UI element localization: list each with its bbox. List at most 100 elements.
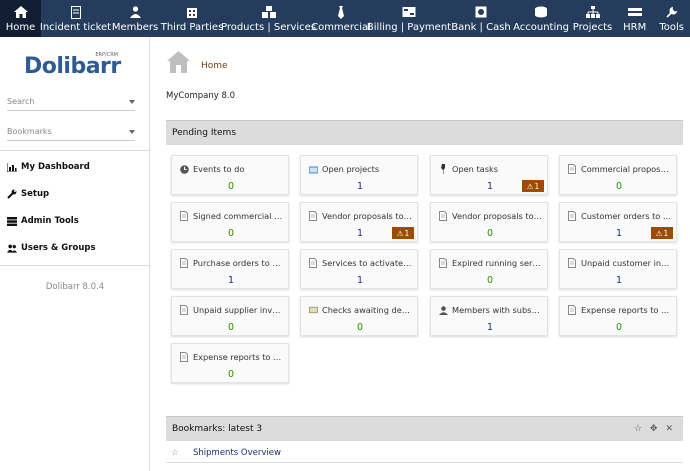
topnav-hrm[interactable]: HRM	[616, 0, 653, 37]
topnav-products-services[interactable]: Products | Services	[221, 0, 316, 37]
pending-item-label: Commercial proposals ...	[581, 164, 672, 174]
topnav-label: Commercial	[311, 22, 371, 33]
pending-item-title: Purchase orders to pro...	[180, 258, 284, 268]
sidebar-item-setup[interactable]: Setup	[7, 186, 49, 202]
pending-item-label: Members with subscrip...	[452, 305, 543, 315]
pending-item-label: Unpaid customer invoi...	[581, 258, 672, 268]
pending-item-count[interactable]: 1	[560, 275, 678, 286]
warning-icon: ⚠	[526, 181, 534, 191]
pending-item-label: Vendor proposals to pr...	[452, 211, 543, 221]
pending-item-box[interactable]: Customer orders to pro... 1⚠1	[559, 202, 677, 242]
pending-item-count[interactable]: 0	[172, 369, 290, 380]
pending-item-count[interactable]: 1	[301, 181, 419, 192]
pending-item-box[interactable]: Signed commercial pro... 0	[171, 202, 289, 242]
pending-item-box[interactable]: Vendor proposals to pr... 0	[430, 202, 548, 242]
hrm-icon	[627, 5, 642, 19]
breadcrumb: Home	[166, 50, 228, 77]
topnav-incident-ticket[interactable]: Incident ticket	[39, 0, 112, 37]
topnav-third-parties[interactable]: Third Parties	[160, 0, 224, 37]
cheque-icon	[309, 305, 318, 315]
pending-item-box[interactable]: Services to activate am... 1	[300, 249, 418, 289]
pending-item-count[interactable]: 0	[560, 181, 678, 192]
topnav-accounting[interactable]: Accounting	[513, 0, 569, 37]
pending-item-count[interactable]: 0	[431, 228, 549, 239]
search-placeholder: Search	[7, 97, 35, 106]
pending-item-box[interactable]: Expense reports to pay 0	[171, 343, 289, 383]
wrench-icon	[7, 189, 17, 199]
pending-item-count[interactable]: 0	[431, 275, 549, 286]
pending-item-title: Events to do	[180, 164, 284, 174]
sidebar-item-label: Setup	[21, 189, 50, 199]
pending-item-title: Vendor proposals to pr...	[439, 211, 543, 221]
topnav-label: Home	[5, 22, 36, 33]
close-icon[interactable]: ✕	[665, 424, 673, 434]
star-icon: ☆	[171, 447, 179, 458]
pending-item-title: Expense reports to pay	[180, 352, 284, 362]
home-icon	[166, 50, 191, 77]
bookmark-row: ☆ Shipments Overview	[166, 444, 683, 461]
breadcrumb-home-link[interactable]: Home	[201, 61, 228, 71]
warning-icon: ⚠	[396, 228, 404, 238]
pending-item-box[interactable]: Events to do 0	[171, 155, 289, 195]
topnav-commercial[interactable]: Commercial	[311, 0, 371, 37]
pending-item-count[interactable]: 1	[301, 275, 419, 286]
pending-item-title: Open projects	[309, 164, 413, 174]
late-warning-badge: ⚠ 1	[522, 180, 544, 192]
doc-icon	[180, 352, 189, 362]
pending-item-label: Expired running services	[452, 258, 543, 268]
sidebar-item-my-dashboard[interactable]: My Dashboard	[7, 159, 90, 175]
doc-icon	[180, 211, 189, 221]
topnav-tools[interactable]: Tools	[653, 0, 690, 37]
sidebar-item-admin-tools[interactable]: Admin Tools	[7, 213, 79, 229]
pending-item-title: Customer orders to pro...	[568, 211, 672, 221]
section-title: Pending Items	[172, 128, 237, 138]
pending-item-count[interactable]: 1	[431, 322, 549, 333]
pending-item-box[interactable]: Vendor proposals to cl... 1 ⚠ 1	[300, 202, 418, 242]
pending-items-header: Pending Items	[166, 120, 683, 145]
topnav-label: HRM	[623, 22, 647, 33]
pending-item-label: Customer orders to pro...	[581, 211, 672, 221]
topnav-members[interactable]: Members	[110, 0, 160, 37]
pending-item-box[interactable]: Members with subscrip... 1	[430, 296, 548, 336]
topnav-label: Members	[111, 22, 159, 33]
logo-subtitle: ERP/CRM	[95, 52, 118, 58]
pending-item-count[interactable]: 0	[560, 322, 678, 333]
pending-item-count[interactable]: 0	[172, 322, 290, 333]
box-controls: ☆ ✥ ✕	[634, 424, 673, 434]
pending-item-box[interactable]: Commercial proposals ... 0	[559, 155, 677, 195]
pending-item-box[interactable]: Open tasks 1 ⚠ 1	[430, 155, 548, 195]
pending-item-count[interactable]: 0	[172, 228, 290, 239]
topnav-projects[interactable]: Projects	[569, 0, 616, 37]
pending-item-box[interactable]: Open projects 1	[300, 155, 418, 195]
warning-count: 1	[534, 181, 540, 191]
pending-item-count[interactable]: 0	[301, 322, 419, 333]
bookmarks-select[interactable]: Bookmarks	[7, 123, 135, 141]
bookmark-link[interactable]: Shipments Overview	[193, 448, 281, 458]
topnav-label: Incident ticket	[39, 22, 112, 33]
topnav-billing-payment[interactable]: Billing | Payment	[367, 0, 451, 37]
pending-item-count[interactable]: 1	[172, 275, 290, 286]
pending-item-box[interactable]: Checks awaiting deposit 0	[300, 296, 418, 336]
search-select[interactable]: Search	[7, 93, 135, 111]
doc-icon	[180, 305, 189, 315]
pending-item-box[interactable]: Unpaid customer invoi... 1	[559, 249, 677, 289]
topnav-home[interactable]: Home	[0, 0, 41, 37]
pending-item-box[interactable]: Purchase orders to pro... 1	[171, 249, 289, 289]
pending-item-box[interactable]: Expired running services 0	[430, 249, 548, 289]
pending-item-box[interactable]: Expense reports to app... 0	[559, 296, 677, 336]
doc-icon	[439, 211, 448, 221]
pending-item-count[interactable]: 0	[172, 181, 290, 192]
pending-item-label: Expense reports to app...	[581, 305, 672, 315]
sidebar-item-users-groups[interactable]: Users & Groups	[7, 240, 96, 256]
star-icon[interactable]: ☆	[634, 424, 642, 434]
building-icon	[186, 5, 198, 19]
bookmarks-placeholder: Bookmarks	[7, 127, 52, 136]
pending-item-title: Members with subscrip...	[439, 305, 543, 315]
task-icon	[439, 164, 448, 174]
topnav-bank-cash[interactable]: Bank | Cash	[449, 0, 513, 37]
pending-item-title: Expense reports to app...	[568, 305, 672, 315]
divider	[166, 462, 683, 463]
pending-item-box[interactable]: Unpaid supplier invoices 0	[171, 296, 289, 336]
move-icon[interactable]: ✥	[650, 424, 658, 434]
dolibarr-logo[interactable]: Dolibarr ERP/CRM	[24, 52, 124, 82]
